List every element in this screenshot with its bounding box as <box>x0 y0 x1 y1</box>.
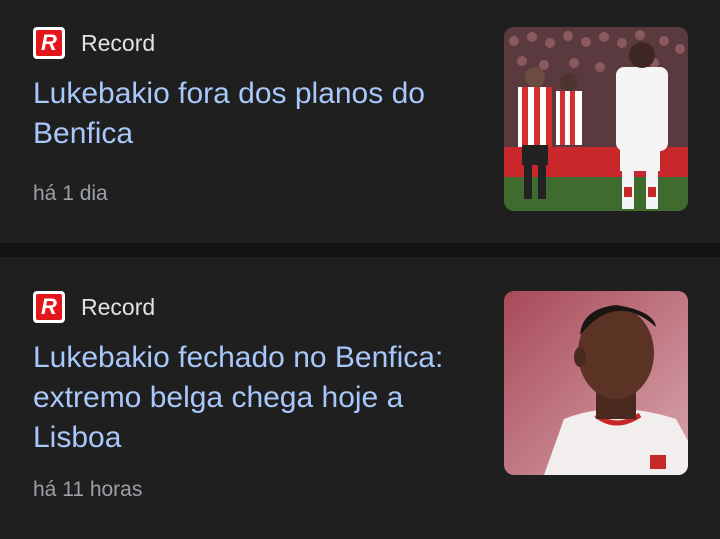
article-time: há 1 dia <box>33 182 108 205</box>
source-row: R Record <box>33 291 155 323</box>
article-thumbnail[interactable] <box>504 27 688 211</box>
article-thumbnail[interactable] <box>504 291 688 475</box>
source-row: R Record <box>33 27 155 59</box>
source-name: Record <box>81 293 156 320</box>
logo-letter: R <box>36 30 62 56</box>
source-name: Record <box>81 29 156 56</box>
logo-letter: R <box>36 294 62 320</box>
record-logo-icon: R <box>33 291 65 323</box>
player-portrait-image <box>504 291 688 475</box>
article-headline[interactable]: Lukebakio fora dos planos do Benfica <box>33 74 473 154</box>
record-logo-icon: R <box>33 27 65 59</box>
article-time: há 11 horas <box>33 478 143 501</box>
football-players-image <box>504 27 688 211</box>
article-headline[interactable]: Lukebakio fechado no Benfica: extremo be… <box>33 338 473 458</box>
